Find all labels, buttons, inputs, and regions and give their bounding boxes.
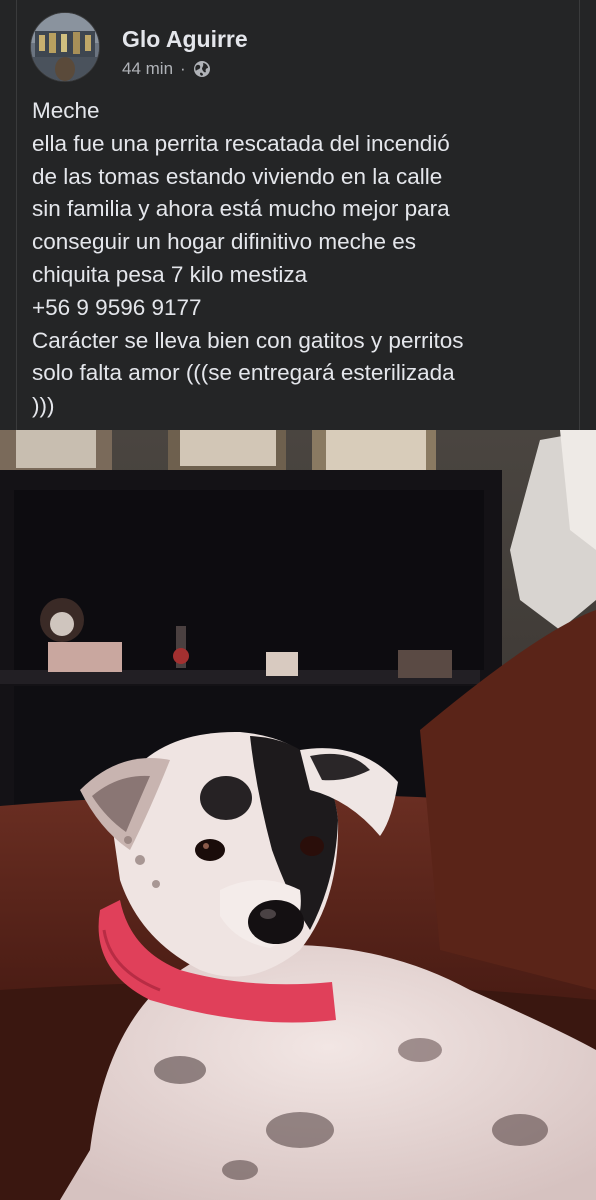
- dog-photo: [0, 430, 596, 1200]
- post-meta: 44 min ·: [122, 58, 211, 80]
- phone-number[interactable]: +56 9 9596 9177: [32, 292, 572, 325]
- avatar[interactable]: [31, 13, 99, 81]
- post-line: ella fue una perrita rescatada del incen…: [32, 130, 450, 156]
- card-right-border: [579, 0, 580, 430]
- card-left-border: [16, 0, 17, 430]
- author-name[interactable]: Glo Aguirre: [122, 26, 248, 53]
- meta-separator: ·: [180, 59, 186, 78]
- post-line: ))): [32, 393, 55, 419]
- post-line: Meche: [32, 98, 100, 123]
- post-photo[interactable]: [0, 430, 596, 1200]
- post-line: sin familia y ahora está mucho mejor par…: [32, 196, 450, 222]
- post-line: de las tomas estando viviendo en la call…: [32, 163, 443, 189]
- post-line: Carácter se lleva bien con gatitos y per…: [32, 327, 464, 353]
- post-line: conseguir un hogar difinitivo meche es: [32, 229, 416, 255]
- post-text: Meche ella fue una perrita rescatada del…: [32, 95, 572, 423]
- post-time[interactable]: 44 min: [122, 59, 173, 79]
- globe-icon[interactable]: [193, 60, 211, 78]
- post-line: solo falta amor (((se entregará esterili…: [32, 360, 455, 386]
- post-line: chiquita pesa 7 kilo mestiza: [32, 261, 308, 287]
- avatar-image: [31, 13, 99, 81]
